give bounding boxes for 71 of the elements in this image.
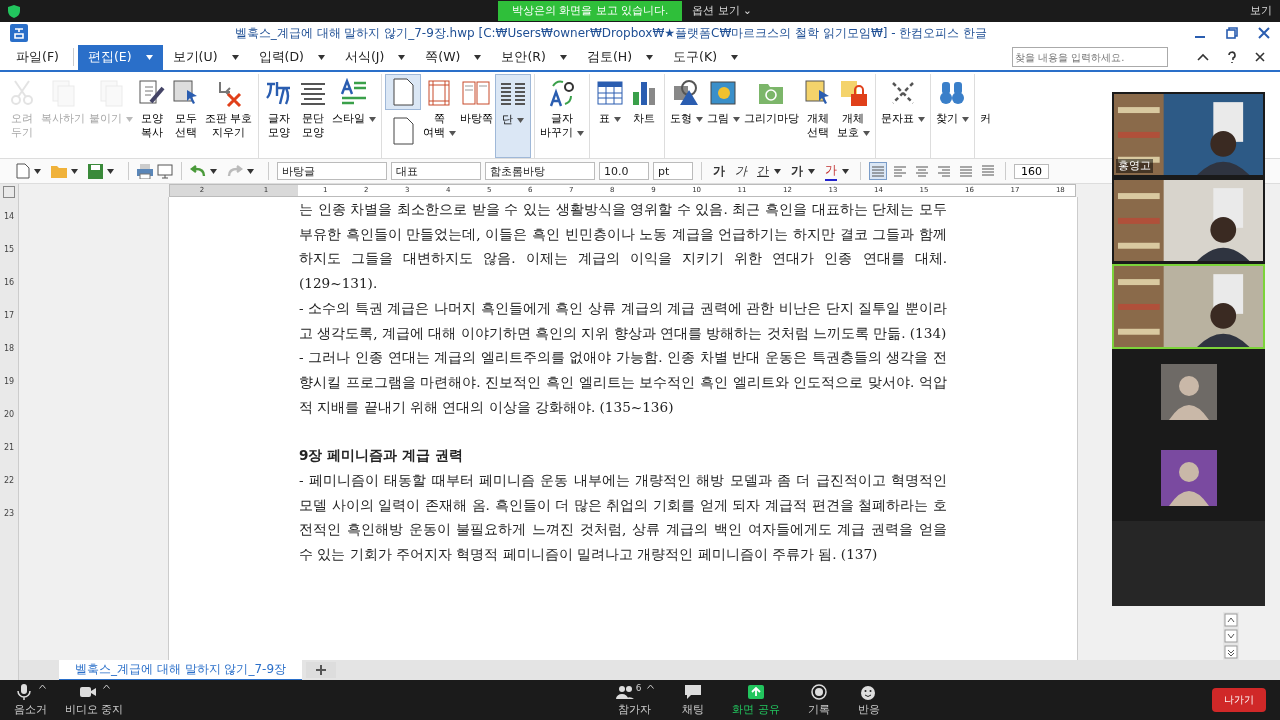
ribbon-button[interactable]: 도형	[667, 74, 705, 158]
format-button[interactable]: 가	[788, 162, 818, 180]
video-tile[interactable]: 홍영고	[1112, 92, 1265, 177]
ribbon-button[interactable]: 표	[592, 74, 627, 158]
language-dropdown[interactable]: 대표	[391, 162, 481, 180]
window-title: 벨훅스_계급에 대해 말하지 않기_7-9장.hwp [C:₩Users₩owner₩Dropbox₩★플랫폼C₩마르크스의 철학 읽기모임₩] - 한컴오피스 한글	[233, 24, 989, 42]
line-spacing-value[interactable]: 160	[1014, 163, 1049, 179]
ribbon-button[interactable]: 차트	[626, 74, 661, 158]
ribbon-button[interactable]: 개체 보호	[834, 74, 872, 158]
format-button[interactable]: 가	[732, 162, 750, 180]
format-button[interactable]: 간	[754, 162, 784, 180]
ribbon-button[interactable]: 바탕쪽	[457, 74, 495, 158]
menu-item[interactable]: 보기(U)	[162, 44, 249, 70]
ribbon-button[interactable]: 글자 모양	[261, 74, 296, 158]
format-button[interactable]: 가	[710, 162, 728, 180]
ribbon-button[interactable]: 모양 복사	[135, 74, 169, 158]
menu-item[interactable]: 쪽(W)	[415, 44, 492, 70]
leave-button[interactable]: 나가기	[1212, 688, 1266, 712]
meeting-control[interactable]: 기록	[807, 683, 830, 717]
meeting-control[interactable]: 반응	[857, 683, 880, 717]
section-heading: 9장 페미니즘과 계급 권력	[299, 446, 464, 466]
meeting-control[interactable]: 화면 공유	[732, 683, 780, 717]
meeting-control[interactable]: 6 참가자	[615, 683, 655, 717]
ribbon-button[interactable]: 문자표	[878, 74, 927, 158]
view-button[interactable]: 보기	[1250, 4, 1272, 18]
menu-item[interactable]: 검토(H)	[576, 44, 664, 70]
ribbon-button[interactable]: 문단 모양	[295, 74, 330, 158]
menu-item[interactable]: 편집(E)	[77, 44, 163, 70]
document-tab[interactable]: 벨훅스_계급에 대해 말하지 않기_7-9장	[59, 659, 303, 681]
format-button[interactable]: 가	[822, 161, 852, 181]
ribbon-button[interactable]: 그리기마당	[741, 74, 801, 158]
unit-dropdown[interactable]: pt	[653, 162, 693, 180]
ruler-number: 22	[3, 476, 15, 485]
meeting-control[interactable]: 비디오 중지	[65, 683, 124, 717]
paragraph: - 소수의 특권 계급은 나머지 흑인들에게 흑인 상류 계급의 계급 권력에 관한 비난은 단지 질투일 뿐이라고 생각도록, 계급에 대해 이야기하면 흑인의 지위 향상과 연대를 방해하는 것처럼 느끼도록 만듦. (134)	[299, 298, 947, 343]
font-size-field[interactable]: 10.0	[599, 162, 649, 180]
ribbon-button[interactable]: 쪽 여백	[420, 74, 458, 158]
menu-item[interactable]: 도구(K)	[663, 44, 749, 70]
ruler-number: 17	[3, 311, 15, 320]
ribbon-button[interactable]: 조판 부호 지우기	[203, 74, 255, 158]
menu-item[interactable]: 입력(D)	[248, 44, 335, 70]
menu-item[interactable]: 파일(F)	[6, 44, 69, 70]
paragraph: 는 인종 차별을 최소한으로 받을 수 있는 생활방식을 영위할 수 있음. 최근 흑인을 대표하는 단체는 모두 부유한 흑인들이 만들었는데, 이들은 흑인 빈민층이나 노동 계급을 언급하기는 하지만 결코 그들과 함께하지도 그들을 대변하지도 않음. 이제는 계급의 이익을 지키기 위한 연대가 인종 연대를 대체. (129~131).	[299, 200, 947, 294]
ruler-number: 18	[3, 344, 15, 353]
paragraph: - 그러나 인종 연대는 계급의 엘리트주의를 없애야 가능함. 인종 차별 반대 운동은 특권층들의 생각을 전향시킬 프로그램을 마련해야. 진보적인 흑인 엘리트는 보수적인 흑인 엘리트와 인도적으로 맞서야. 억압적 지배를 끝내기 위해 연대의 이상을 강화해야. (135~136)	[299, 348, 947, 417]
ruler-number: 14	[3, 212, 15, 221]
menu-item[interactable]: 보안(R)	[491, 44, 577, 70]
meeting-control[interactable]: 채팅	[682, 683, 705, 717]
participant-name: 홍영고	[1116, 158, 1153, 173]
ruler-number: 21	[3, 443, 15, 452]
ribbon-button[interactable]: 커	[977, 74, 993, 158]
paragraph: - 페미니즘이 태동할 때부터 페미니즘 운동 내부에는 개량적인 해방 모델과 좀 더 급진적이고 혁명적인 모델 사이의 일력이 존재해 옴. 흑인들이 더 많은 취업의 기회를 얻게 되자 계급적 편견을 철폐하라는 호전적인 흑인해방 운동이 불필요하게 느껴진 것처럼, 상류 계급의 백인 여자들에게도 계급 권력을 얻을 수 있는 기회가 주어지자 혁명적 페미니즘이 밀려나고 개량적인 페미니즘이 주류가 됨. (137)	[299, 471, 947, 565]
ribbon-button[interactable]: 개체 선택	[800, 74, 835, 158]
ruler-number: 16	[3, 278, 15, 287]
search-field[interactable]: 찾을 내용을 입력하세요.	[1012, 47, 1168, 67]
menu-item[interactable]: 서식(J)	[334, 44, 416, 70]
ruler-number: 15	[3, 245, 15, 254]
ruler-number: 23	[3, 509, 15, 518]
ribbon-button[interactable]: 그림	[704, 74, 742, 158]
font-dropdown[interactable]: 함초롬바탕	[485, 162, 595, 180]
ribbon-button[interactable]: 모두 선택	[169, 74, 203, 158]
ribbon-button[interactable]: 글자 바꾸기	[537, 74, 586, 158]
ruler-number: 19	[3, 377, 15, 386]
style-dropdown[interactable]: 바탕글	[277, 162, 387, 180]
ribbon-button[interactable]: 찾기	[933, 74, 971, 158]
meeting-control[interactable]: 음소거	[14, 683, 47, 717]
ruler-number: 20	[3, 410, 15, 419]
ribbon-button[interactable]: 단	[494, 74, 531, 158]
view-options-button[interactable]: 옵션 보기 ⌄	[692, 4, 752, 18]
ribbon-button[interactable]: 스타일	[329, 74, 378, 158]
sharing-banner: 박상은의 화면을 보고 있습니다.	[498, 1, 683, 21]
